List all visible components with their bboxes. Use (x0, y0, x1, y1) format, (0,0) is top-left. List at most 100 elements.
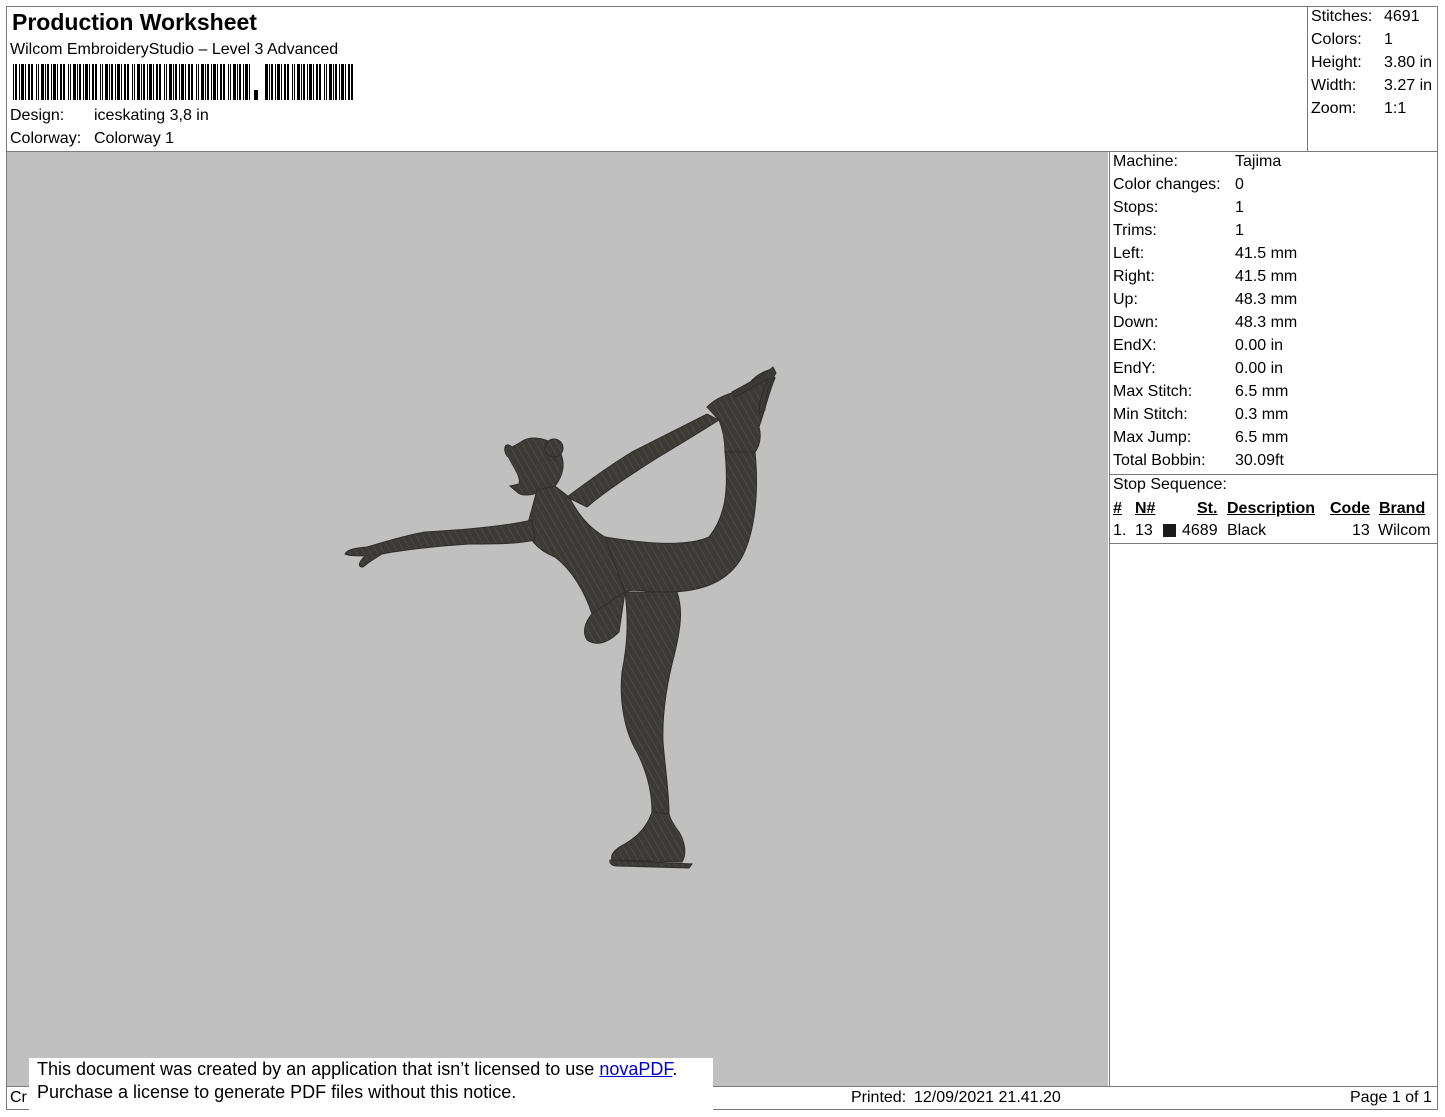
notice-line-2: Purchase a license to generate PDF files… (37, 1082, 517, 1102)
info-label: Max Stitch: (1113, 383, 1193, 400)
barcode-bar (109, 64, 110, 100)
barcode-bar (207, 64, 209, 100)
summary-label: Width: (1311, 77, 1357, 94)
barcode-bar (271, 64, 273, 100)
barcode-bar (153, 64, 154, 100)
info-value: 6.5 mm (1235, 383, 1289, 400)
barcode-bar (117, 64, 120, 100)
barcode-bar (137, 64, 140, 100)
info-label: Right: (1113, 268, 1155, 285)
barcode-bar (230, 64, 231, 100)
barcode-bar (143, 64, 145, 100)
summary-label: Height: (1311, 54, 1362, 71)
summary-value: 4691 (1384, 8, 1420, 25)
color-swatch (1163, 524, 1176, 537)
col-num-header: # (1113, 500, 1122, 517)
stop-sequence-divider (1109, 474, 1438, 475)
barcode-bar (333, 64, 334, 100)
info-label: Up: (1113, 291, 1138, 308)
summary-value: 3.27 in (1384, 77, 1433, 94)
barcode-bar (228, 64, 229, 100)
barcode-bar (25, 64, 26, 100)
barcode-bar (127, 64, 129, 100)
barcode-bar (73, 64, 76, 100)
info-value: 0.00 in (1235, 360, 1284, 377)
design-label: Design: (10, 107, 65, 124)
barcode-bar (281, 64, 282, 100)
barcode-bar (169, 64, 172, 100)
info-label: Total Bobbin: (1113, 452, 1206, 469)
colorway-value: Colorway 1 (94, 130, 175, 147)
notice-line-1: This document was created by an applicat… (29, 1058, 713, 1081)
barcode-bar (41, 64, 44, 100)
barcode-bar (124, 64, 126, 100)
notice-period: . (672, 1059, 678, 1079)
summary-value: 1 (1384, 31, 1393, 48)
barcode-bar (213, 64, 216, 100)
barcode-bar (309, 64, 312, 100)
barcode-bar (31, 64, 33, 100)
barcode-bar (45, 64, 46, 100)
summary-label: Stitches: (1311, 8, 1373, 25)
barcode-bar (294, 64, 295, 100)
barcode-bar (319, 64, 321, 100)
barcode-bar (217, 64, 218, 100)
info-label: Min Stitch: (1113, 406, 1188, 423)
barcode-bar (38, 64, 39, 100)
barcode-bar (316, 64, 318, 100)
barcode-bar (185, 64, 186, 100)
barcode-bar (249, 64, 250, 100)
barcode-bar (191, 64, 193, 100)
barcode-bar (28, 64, 30, 100)
barcode-bar (68, 64, 69, 100)
row-needle: 13 (1135, 522, 1153, 539)
barcode-bar (166, 64, 167, 100)
barcode-bar (21, 64, 24, 100)
info-value: 1 (1235, 199, 1244, 216)
barcode-bar (85, 64, 88, 100)
info-value: Tajima (1235, 153, 1282, 170)
barcode-bar (179, 64, 180, 100)
barcode-bar (164, 64, 165, 100)
barcode-bar (175, 64, 177, 100)
barcode-bar (156, 64, 158, 100)
barcode-bar (92, 64, 94, 100)
barcode-bar (269, 64, 270, 100)
barcode-bar (121, 64, 122, 100)
summary-label: Zoom: (1311, 100, 1357, 117)
info-label: Left: (1113, 245, 1145, 262)
barcode-bar (53, 64, 56, 100)
col-description-header: Description (1227, 500, 1316, 517)
barcode-bar (284, 64, 286, 100)
barcode-bar (211, 64, 212, 100)
info-value: 1 (1235, 222, 1244, 239)
barcode-bar (95, 64, 97, 100)
barcode-bar (303, 64, 305, 100)
barcode-bar (115, 64, 116, 100)
row-stitches: 4689 (1182, 522, 1218, 539)
barcode-bar (233, 64, 236, 100)
barcode-bar (287, 64, 289, 100)
barcode-bar (83, 64, 84, 100)
barcode-bar (348, 64, 350, 100)
printed-value: 12/09/2021 21.41.20 (914, 1089, 1061, 1106)
barcode-bar (105, 64, 108, 100)
barcode-bar (201, 64, 204, 100)
barcode-bar (173, 64, 174, 100)
novapdf-link[interactable]: novaPDF (599, 1059, 672, 1079)
barcode-bar (15, 64, 17, 100)
info-value: 30.09ft (1235, 452, 1284, 469)
design-preview (7, 152, 1108, 1086)
barcode-bar (79, 64, 81, 100)
info-label: Color changes: (1113, 176, 1221, 193)
barcode-bar (196, 64, 197, 100)
info-label: Down: (1113, 314, 1159, 331)
barcode-bar (63, 64, 65, 100)
barcode-bar (205, 64, 206, 100)
barcode-bar (223, 64, 225, 100)
col-brand-header: Brand (1379, 500, 1426, 517)
barcode-bar (159, 64, 161, 100)
license-notice: This document was created by an applicat… (29, 1058, 713, 1112)
barcode-bar (19, 64, 20, 100)
barcode-comma (254, 90, 258, 100)
